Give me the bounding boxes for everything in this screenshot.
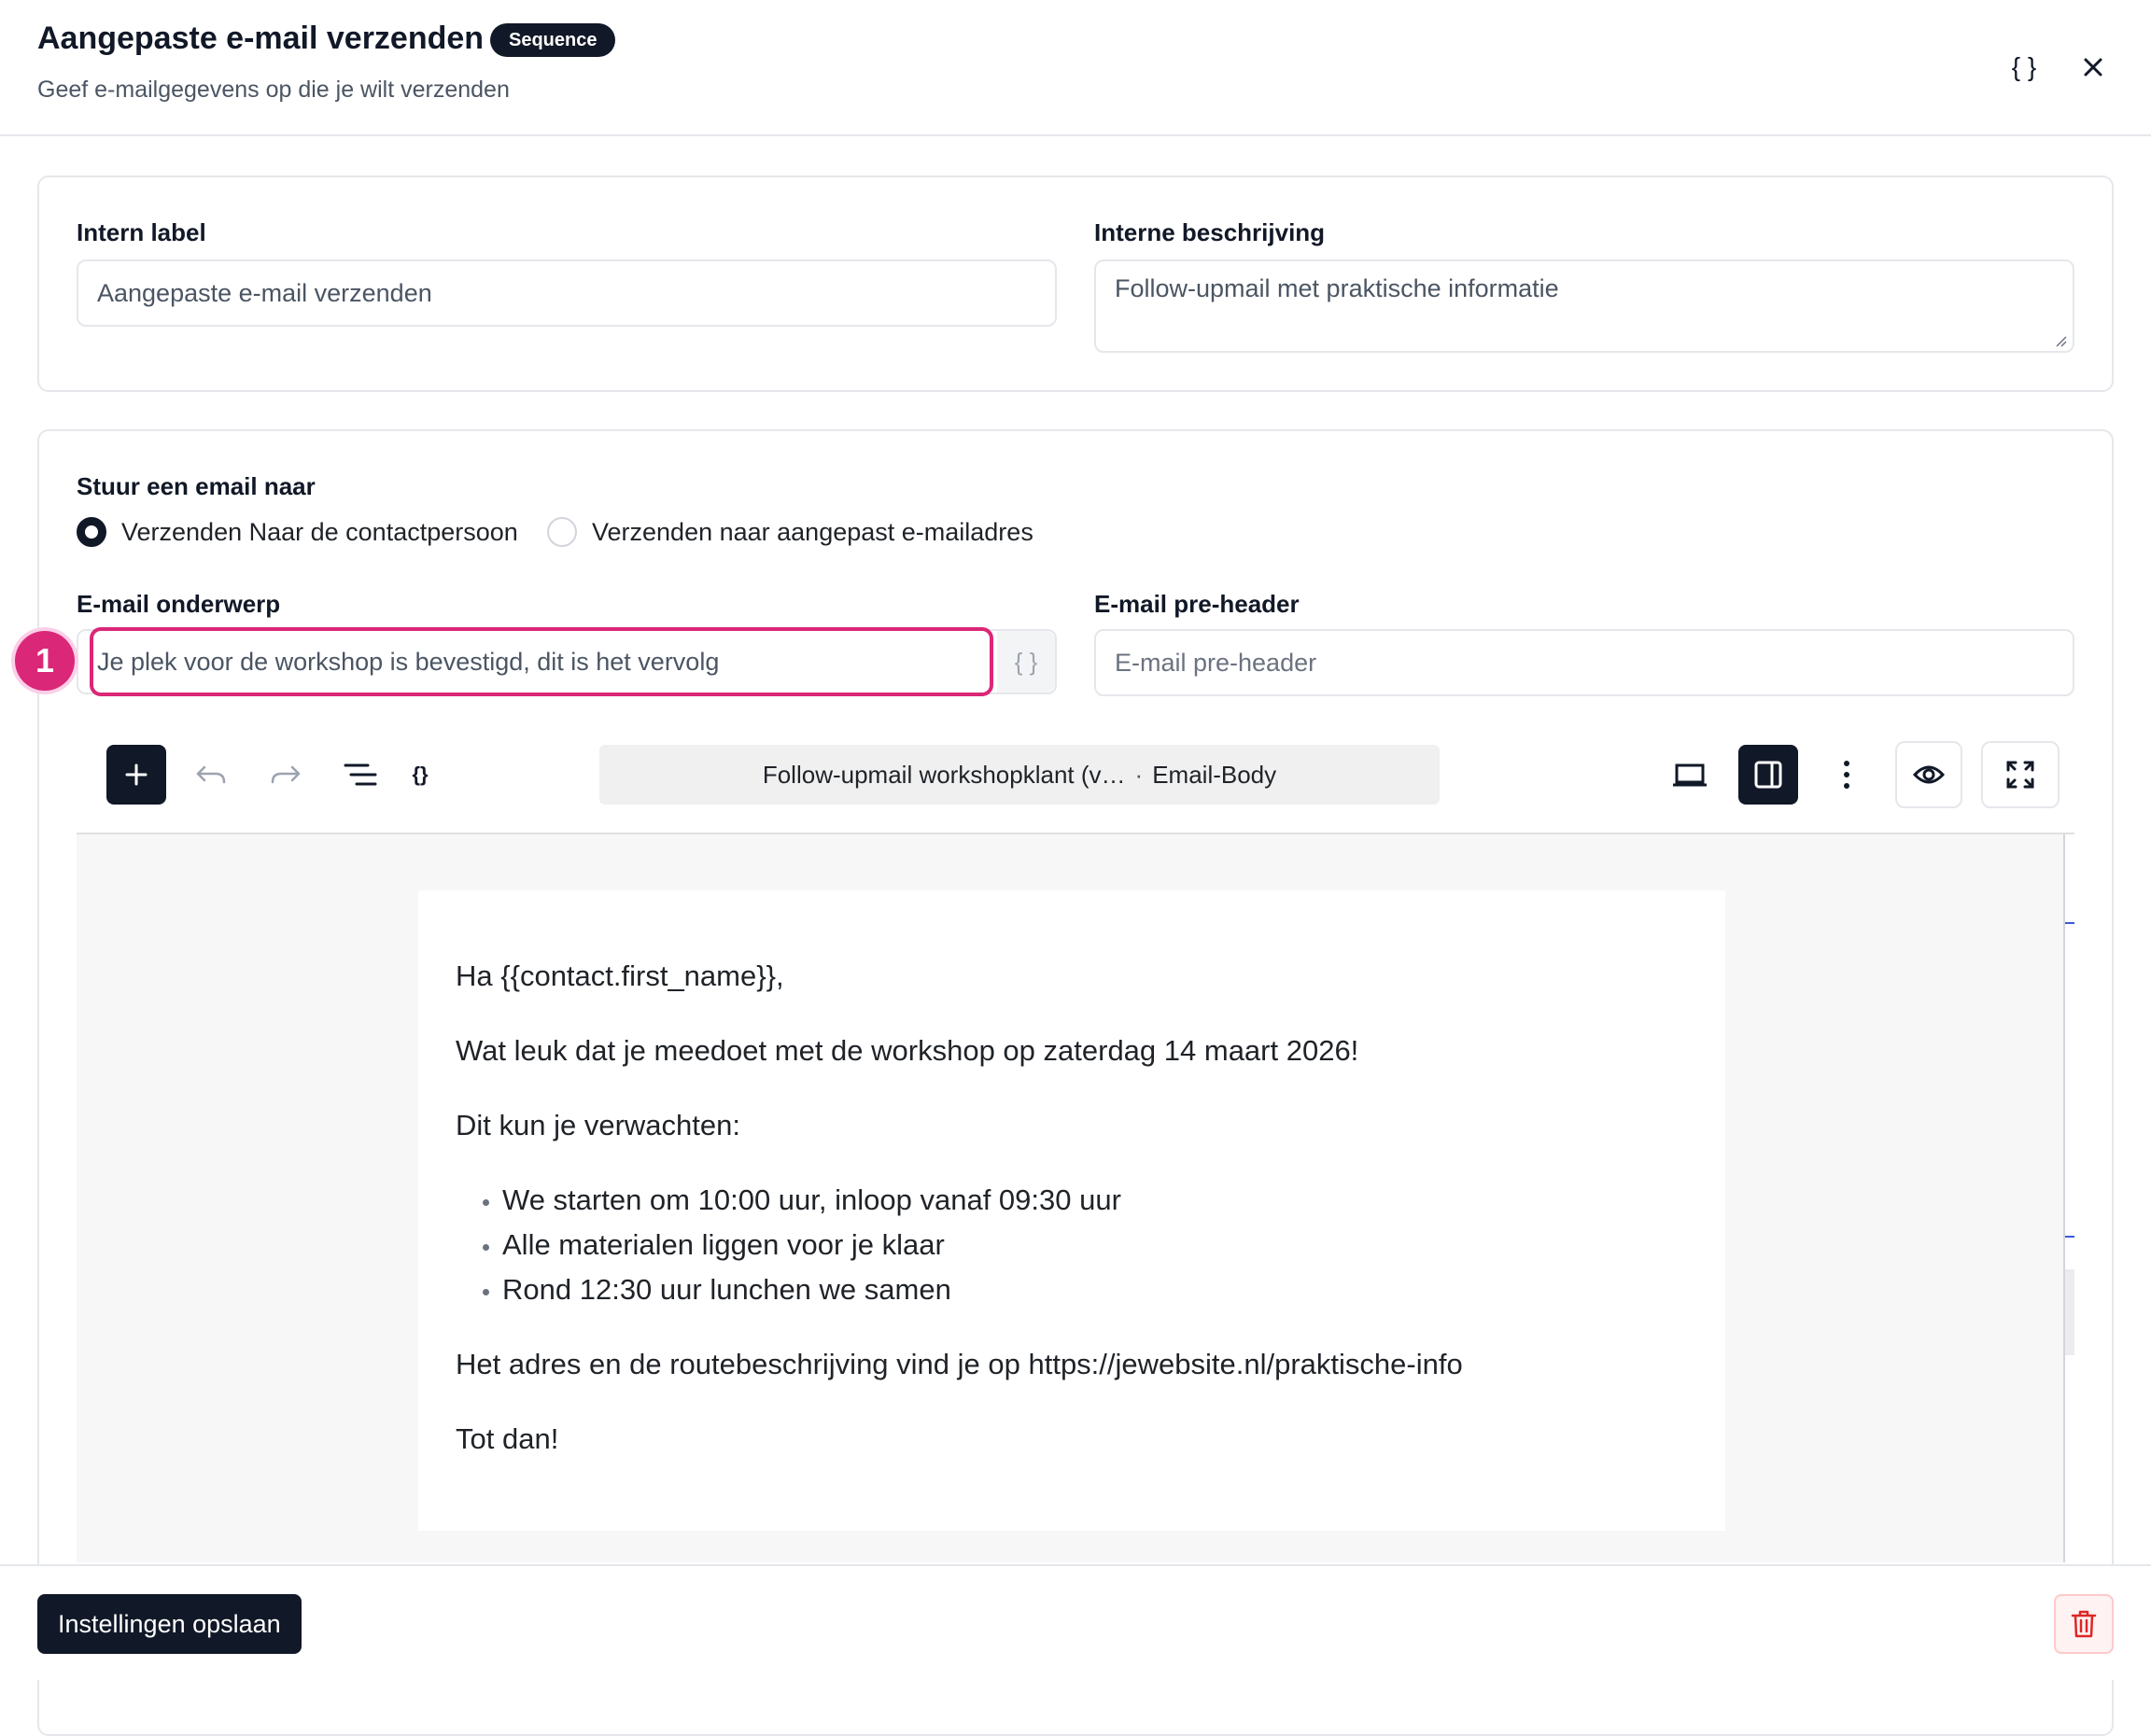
subject-merge-tags-button[interactable]: { } <box>997 631 1055 693</box>
canvas-marker <box>2065 1236 2074 1238</box>
document-outline-button[interactable] <box>334 745 387 805</box>
radio-send-to-custom-address[interactable] <box>547 517 577 547</box>
redo-icon <box>271 765 301 784</box>
recipient-label: Stuur een email naar <box>77 472 316 500</box>
sidebar-toggle-icon <box>1754 761 1782 789</box>
undo-button[interactable] <box>185 745 237 805</box>
eye-icon <box>1913 765 1945 784</box>
plus-icon <box>125 763 148 786</box>
dialog-header: Aangepaste e-mail verzenden Sequence Gee… <box>0 0 2151 136</box>
delete-button[interactable] <box>2054 1594 2114 1654</box>
canvas-marker <box>2065 922 2074 924</box>
close-icon[interactable] <box>2071 47 2116 88</box>
variables-icon[interactable]: { } <box>2002 47 2046 88</box>
resize-grip-icon[interactable] <box>2054 334 2067 347</box>
fullscreen-button[interactable] <box>1981 741 2060 808</box>
canvas-scrollbar[interactable] <box>2065 1269 2074 1355</box>
dialog-subtitle: Geef e-mailgegevens op die je wilt verze… <box>37 77 510 103</box>
laptop-icon <box>1673 763 1707 787</box>
internal-description-textarea[interactable]: Follow-upmail met praktische informatie <box>1094 259 2074 353</box>
sequence-badge: Sequence <box>490 23 616 57</box>
trash-icon <box>2071 1610 2097 1638</box>
dialog-footer <box>0 1564 2151 1680</box>
email-greeting[interactable]: Ha {{contact.first_name}}, <box>456 959 784 993</box>
preheader-input[interactable]: E-mail pre-header <box>1094 629 2074 696</box>
email-expect-heading[interactable]: Dit kun je verwachten: <box>456 1109 740 1142</box>
email-bullet-list[interactable]: We starten om 10:00 uur, inloop vanaf 09… <box>456 1178 1121 1312</box>
email-body[interactable]: Ha {{contact.first_name}}, Wat leuk dat … <box>418 890 1725 1531</box>
list-item[interactable]: We starten om 10:00 uur, inloop vanaf 09… <box>502 1178 1121 1223</box>
list-item[interactable]: Rond 12:30 uur lunchen we samen <box>502 1267 1121 1312</box>
desktop-preview-button[interactable] <box>1664 745 1716 805</box>
canvas-right-border <box>2063 834 2065 1562</box>
document-title-bar[interactable]: Follow-upmail workshopklant (v… · Email-… <box>599 745 1440 805</box>
subject-input[interactable]: Je plek voor de workshop is bevestigd, d… <box>90 627 993 696</box>
variables-button[interactable]: {} <box>400 745 441 805</box>
subject-label: E-mail onderwerp <box>77 590 281 618</box>
radio-send-to-contact-label[interactable]: Verzenden Naar de contactpersoon <box>121 517 518 547</box>
save-settings-button[interactable]: Instellingen opslaan <box>37 1594 302 1654</box>
email-address-line[interactable]: Het adres en de routebeschrijving vind j… <box>456 1348 1463 1381</box>
email-closing[interactable]: Tot dan! <box>456 1422 558 1456</box>
internal-label-input[interactable]: Aangepaste e-mail verzenden <box>77 259 1057 327</box>
more-options-button[interactable] <box>1824 745 1869 805</box>
step-marker-badge: 1 <box>15 631 75 691</box>
document-title: Follow-upmail workshopklant (v… <box>762 760 1126 789</box>
settings-sidebar-toggle[interactable] <box>1738 745 1798 805</box>
undo-icon <box>196 765 226 784</box>
document-part: Email-Body <box>1152 760 1277 789</box>
redo-button[interactable] <box>260 745 312 805</box>
fullscreen-icon <box>2006 761 2034 789</box>
add-block-button[interactable] <box>106 745 166 805</box>
preheader-label: E-mail pre-header <box>1094 590 1300 618</box>
dialog-title: Aangepaste e-mail verzenden <box>37 21 485 56</box>
document-title-separator: · <box>1134 760 1144 789</box>
list-view-icon <box>344 763 377 786</box>
radio-send-to-contact[interactable] <box>77 517 106 547</box>
radio-send-to-custom-address-label[interactable]: Verzenden naar aangepast e-mailadres <box>592 517 1033 547</box>
list-item[interactable]: Alle materialen liggen voor je klaar <box>502 1223 1121 1267</box>
more-vertical-icon <box>1844 761 1849 789</box>
internal-description-label: Interne beschrijving <box>1094 218 1326 246</box>
internal-description-value: Follow-upmail met praktische informatie <box>1115 274 1559 302</box>
internal-label-label: Intern label <box>77 218 206 246</box>
preview-button[interactable] <box>1895 741 1962 808</box>
email-intro[interactable]: Wat leuk dat je meedoet met de workshop … <box>456 1034 1358 1068</box>
